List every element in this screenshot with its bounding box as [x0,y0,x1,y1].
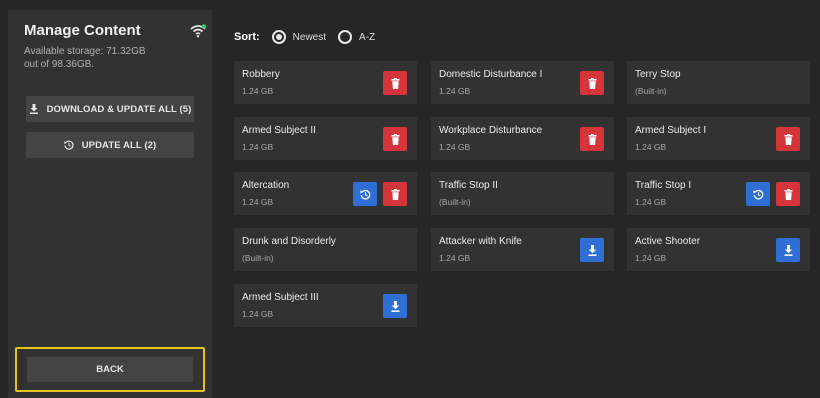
content-name: Armed Subject III [242,292,319,303]
content-card: Workplace Disturbance 1.24 GB [431,117,614,160]
content-size: 1.24 GB [635,142,667,152]
update-button[interactable] [746,182,770,206]
content-card: Traffic Stop I 1.24 GB [627,172,810,215]
download-update-all-label: DOWNLOAD & UPDATE ALL (5) [46,103,192,115]
content-card: Armed Subject I 1.24 GB [627,117,810,160]
sort-bar: Sort: Newest A-Z [234,27,387,47]
content-card: Armed Subject II 1.24 GB [234,117,417,160]
delete-button[interactable] [383,71,407,95]
update-all-button[interactable]: UPDATE ALL (2) [26,132,194,158]
download-button[interactable] [580,238,604,262]
content-size: 1.24 GB [439,142,471,152]
content-size: 1.24 GB [635,197,667,207]
delete-button[interactable] [383,182,407,206]
content-card: Traffic Stop II (Built-in) [431,172,614,215]
back-button-highlight: BACK [15,347,205,392]
content-card: Altercation 1.24 GB [234,172,417,215]
content-size: (Built-in) [635,86,667,96]
content-card: Robbery 1.24 GB [234,61,417,104]
download-icon [391,300,399,312]
sort-label: Sort: [234,31,260,43]
content-name: Traffic Stop II [439,180,498,191]
content-size: (Built-in) [439,197,471,207]
content-size: 1.24 GB [439,86,471,96]
download-button[interactable] [776,238,800,262]
delete-button[interactable] [776,127,800,151]
content-name: Traffic Stop I [635,180,692,191]
delete-icon [784,188,792,200]
delete-button[interactable] [580,127,604,151]
content-size: 1.24 GB [635,253,667,263]
content-card: Armed Subject III 1.24 GB [234,284,417,327]
delete-button[interactable] [580,71,604,95]
delete-icon [784,133,792,145]
content-name: Robbery [242,69,280,80]
delete-icon [391,133,399,145]
sort-az-radio[interactable] [338,30,353,44]
content-size: 1.24 GB [242,309,274,319]
content-card: Domestic Disturbance I 1.24 GB [431,61,614,104]
sidebar: Manage Content Available storage: 71.32G… [8,10,212,398]
update-icon [752,189,763,199]
content-size: 1.24 GB [242,142,274,152]
content-name: Armed Subject II [242,125,316,136]
content-size: 1.24 GB [439,253,471,263]
update-all-label: UPDATE ALL (2) [81,139,157,151]
download-button[interactable] [383,294,407,318]
sort-newest-label[interactable]: Newest [293,32,326,43]
page-title: Manage Content [24,22,141,39]
storage-available: Available storage: 71.32GB [24,46,146,57]
content-name: Drunk and Disorderly [242,236,336,247]
content-card: Terry Stop (Built-in) [627,61,810,104]
content-size: (Built-in) [242,253,274,263]
download-icon [29,104,38,114]
sort-newest-radio[interactable] [271,30,286,44]
update-button[interactable] [353,182,377,206]
download-icon [784,244,792,256]
content-card: Active Shooter 1.24 GB [627,228,810,271]
delete-icon [588,77,596,89]
content-name: Domestic Disturbance I [439,69,543,80]
delete-button[interactable] [383,127,407,151]
delete-icon [391,188,399,200]
storage-total: out of 98.36GB. [24,59,95,70]
sort-az-label[interactable]: A-Z [359,32,375,43]
download-icon [588,244,596,256]
delete-button[interactable] [776,182,800,206]
content-name: Workplace Disturbance [439,125,543,136]
delete-icon [391,77,399,89]
delete-icon [588,133,596,145]
storage-info: Available storage: 71.32GB out of 98.36G… [24,45,174,71]
update-icon [359,189,370,199]
content-card: Drunk and Disorderly (Built-in) [234,228,417,271]
content-name: Active Shooter [635,236,701,247]
download-update-all-button[interactable]: DOWNLOAD & UPDATE ALL (5) [26,96,194,122]
back-button[interactable]: BACK [27,357,193,382]
content-card: Attacker with Knife 1.24 GB [431,228,614,271]
content-name: Attacker with Knife [439,236,522,247]
content-name: Altercation [242,180,290,191]
content-size: 1.24 GB [242,86,274,96]
content-name: Armed Subject I [635,125,707,136]
update-icon [64,140,74,150]
wifi-icon [190,24,206,38]
content-size: 1.24 GB [242,197,274,207]
content-name: Terry Stop [635,69,681,80]
